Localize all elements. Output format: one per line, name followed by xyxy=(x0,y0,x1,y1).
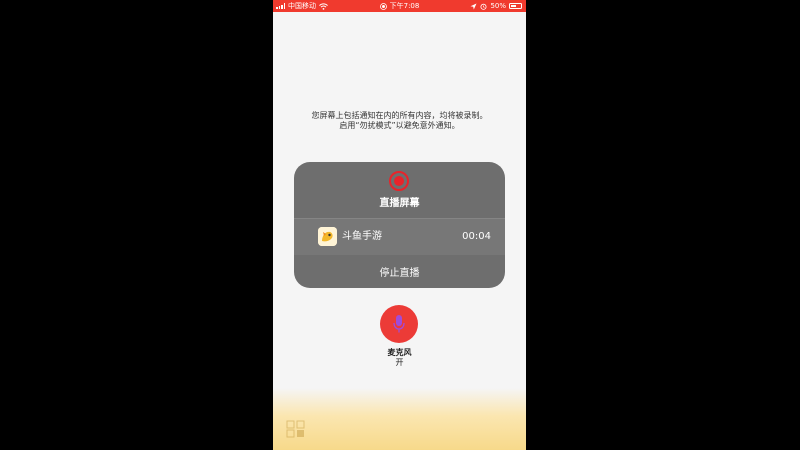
status-right: 50% xyxy=(470,0,522,12)
phone-screen: 中国移动 下午7:08 50% 您屏幕上包括通知在内的所有内容，均将被录制。 启… xyxy=(273,0,526,450)
microphone-toggle-button[interactable] xyxy=(380,305,418,343)
screen-recording-icon xyxy=(389,171,409,191)
panel-title: 直播屏幕 xyxy=(379,198,420,209)
notice-line-1: 您屏幕上包括通知在内的所有内容，均将被录制。 xyxy=(311,111,488,120)
microphone-icon xyxy=(393,315,405,333)
battery-level xyxy=(511,5,516,7)
status-time: 下午7:08 xyxy=(389,2,420,10)
record-dot xyxy=(394,176,404,186)
location-icon xyxy=(470,3,477,9)
douyu-app-icon xyxy=(318,227,337,246)
alarm-icon xyxy=(480,3,487,10)
screen-recording-icon xyxy=(379,2,387,10)
broadcast-panel: 直播屏幕 斗鱼手游 00:04 停止直播 xyxy=(294,162,505,288)
microphone-label-title: 麦克风 xyxy=(387,348,412,357)
notice-line-2: 启用“勿扰模式”以避免意外通知。 xyxy=(339,121,460,130)
microphone-state: 开 xyxy=(395,358,404,367)
status-bar: 中国移动 下午7:08 50% xyxy=(273,0,526,12)
elapsed-time: 00:04 xyxy=(462,231,491,242)
microphone-label: 麦克风 开 xyxy=(273,348,526,368)
recording-notice: 您屏幕上包括通知在内的所有内容，均将被录制。 启用“勿扰模式”以避免意外通知。 xyxy=(273,111,526,131)
broadcast-app-row[interactable]: 斗鱼手游 00:04 xyxy=(294,219,505,255)
app-name: 斗鱼手游 xyxy=(342,231,382,242)
battery-icon xyxy=(509,3,522,9)
floating-widget-icon[interactable] xyxy=(286,420,306,438)
battery-percent: 50% xyxy=(490,2,506,10)
stop-broadcast-button[interactable]: 停止直播 xyxy=(294,255,505,288)
background-glow xyxy=(273,388,526,450)
